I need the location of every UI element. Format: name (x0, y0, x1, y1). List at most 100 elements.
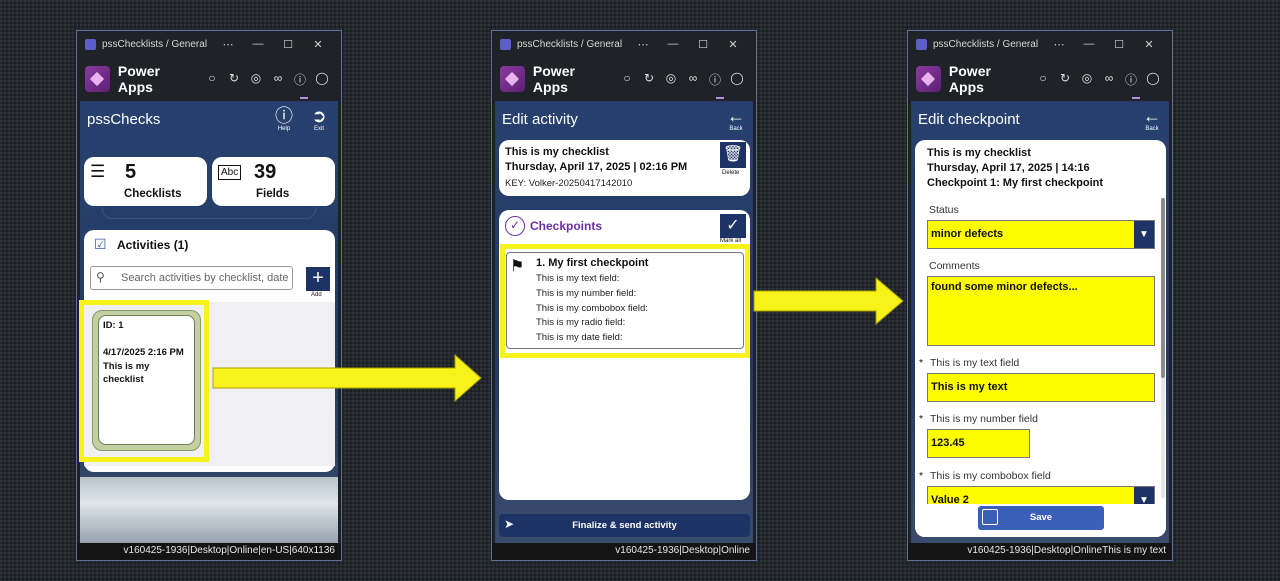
refresh-icon[interactable]: ↻ (638, 71, 660, 88)
number-field-input[interactable]: 123.45 (927, 429, 1030, 458)
refresh-icon[interactable]: ↻ (223, 71, 245, 88)
globe-icon[interactable]: ◎ (1076, 71, 1098, 88)
help-label: Help (277, 126, 291, 132)
text-field-input[interactable]: This is my text (927, 373, 1155, 402)
window-title: pssChecklists / General (102, 38, 208, 50)
save-label: Save (1029, 512, 1053, 523)
search-placeholder: Search activities by checklist, date (121, 272, 289, 284)
more-options-button[interactable]: ⋯ (213, 38, 243, 51)
combobox-field-label: This is my combobox field (930, 470, 1051, 482)
app-window-activities: pssChecklists / General ⋯ — ☐ ✕ Power Ap… (76, 30, 342, 561)
add-label: Add (311, 292, 322, 298)
background-sky-image (80, 477, 338, 543)
trash-icon: 🗑 (722, 146, 744, 163)
search-icon: ⚲ (96, 270, 105, 284)
highlight-frame (79, 300, 209, 462)
fields-stat-card[interactable]: Abc 39 Fields (212, 157, 335, 206)
checklist-name: This is my checklist (927, 147, 1031, 159)
delete-button[interactable]: 🗑 (720, 142, 746, 168)
teams-icon (500, 38, 511, 50)
close-button[interactable]: ✕ (303, 38, 333, 51)
checklist-key: KEY: Volker-20250417142010 (505, 178, 633, 189)
help-icon: ⓘ (275, 106, 293, 126)
required-marker: * (919, 470, 924, 482)
finalize-send-button[interactable]: ➤ Finalize & send activity (499, 514, 750, 537)
exit-label: Exit (313, 126, 324, 132)
comments-label: Comments (929, 260, 980, 272)
add-button[interactable]: + (306, 267, 330, 291)
teams-icon (85, 38, 96, 50)
minimize-button[interactable]: — (658, 38, 688, 50)
checkmark-icon: ✓ (726, 217, 740, 234)
search-input[interactable]: ⚲ Search activities by checklist, date (90, 266, 293, 290)
info-icon[interactable]: ⓘ (1120, 71, 1142, 88)
status-bar: v160425-1936|Desktop|Online (492, 543, 756, 560)
shield-icon[interactable]: ◯ (1142, 71, 1164, 88)
exit-icon: ➲ (311, 106, 327, 126)
minimize-button[interactable]: — (243, 38, 273, 50)
globe-icon[interactable]: ◎ (660, 71, 682, 88)
more-options-button[interactable]: ⋯ (1044, 38, 1074, 51)
status-bar: v160425-1936|Desktop|Online|en-US|640x11… (77, 543, 341, 560)
chevron-down-icon[interactable]: ▼ (1134, 221, 1154, 248)
scrollbar-thumb[interactable] (1161, 198, 1165, 378)
window-title: pssChecklists / General (933, 38, 1039, 50)
back-label: Back (729, 126, 743, 132)
minimize-button[interactable]: — (1074, 38, 1104, 50)
app-name: Power Apps (117, 63, 160, 95)
delete-label: Delete (722, 170, 740, 176)
link-icon[interactable]: ∞ (682, 71, 704, 88)
window-title: pssChecklists / General (517, 38, 623, 50)
save-button[interactable]: Save (978, 506, 1104, 530)
power-apps-logo-icon (500, 66, 525, 92)
power-apps-header: Power Apps ○ ↻ ◎ ∞ ⓘ ◯ (908, 57, 1172, 101)
checkpoints-title: Checkpoints (530, 219, 603, 233)
fields-count: 39 (254, 161, 277, 183)
chat-icon[interactable]: ○ (1032, 71, 1054, 88)
scrollbar-track[interactable] (1161, 198, 1165, 498)
shield-icon[interactable]: ◯ (726, 71, 748, 88)
info-icon[interactable]: ⓘ (704, 71, 726, 88)
checklist-name: This is my checklist (505, 146, 609, 158)
status-dropdown[interactable]: minor defects ▼ (927, 220, 1155, 249)
maximize-button[interactable]: ☐ (1104, 38, 1134, 51)
text-field-label: This is my text field (930, 357, 1020, 369)
arrow-right-icon (212, 353, 482, 403)
required-marker: * (919, 357, 924, 369)
status-value: minor defects (931, 228, 1004, 240)
window-titlebar: pssChecklists / General ⋯ — ☐ ✕ (492, 31, 756, 57)
status-bar: v160425-1936|Desktop|OnlineThis is my te… (908, 543, 1172, 560)
maximize-button[interactable]: ☐ (273, 38, 303, 51)
globe-icon[interactable]: ◎ (245, 71, 267, 88)
app-name: Power Apps (532, 63, 575, 95)
active-tab-indicator (716, 97, 724, 99)
required-marker: * (919, 413, 924, 425)
checklist-datetime: Thursday, April 17, 2025 | 14:16 (927, 162, 1090, 174)
close-button[interactable]: ✕ (718, 38, 748, 51)
mark-all-button[interactable]: ✓ (720, 214, 746, 238)
maximize-button[interactable]: ☐ (688, 38, 718, 51)
exit-button[interactable]: ➲ Exit (307, 106, 331, 132)
help-button[interactable]: ⓘ Help (272, 106, 296, 132)
activities-title: Activities (1) (117, 238, 189, 252)
chat-icon[interactable]: ○ (616, 71, 638, 88)
back-button[interactable]: ← Back (724, 106, 748, 132)
comments-textarea[interactable]: found some minor defects... (927, 276, 1155, 346)
close-button[interactable]: ✕ (1134, 38, 1164, 51)
active-tab-indicator (300, 97, 308, 99)
shield-icon[interactable]: ◯ (311, 71, 333, 88)
back-button[interactable]: ← Back (1140, 106, 1164, 132)
abc-icon: Abc (218, 165, 242, 180)
more-options-button[interactable]: ⋯ (628, 38, 658, 51)
refresh-icon[interactable]: ↻ (1054, 71, 1076, 88)
list-icon: ☰ (90, 162, 106, 181)
stats-divider (102, 207, 316, 219)
check-circle-icon: ✓ (505, 216, 525, 236)
teams-icon (916, 38, 927, 50)
checklists-stat-card[interactable]: ☰ 5 Checklists (84, 157, 207, 206)
link-icon[interactable]: ∞ (267, 71, 289, 88)
app-canvas: Edit checkpoint ← Back This is my checkl… (911, 101, 1169, 543)
info-icon[interactable]: ⓘ (289, 71, 311, 88)
link-icon[interactable]: ∞ (1098, 71, 1120, 88)
chat-icon[interactable]: ○ (201, 71, 223, 88)
